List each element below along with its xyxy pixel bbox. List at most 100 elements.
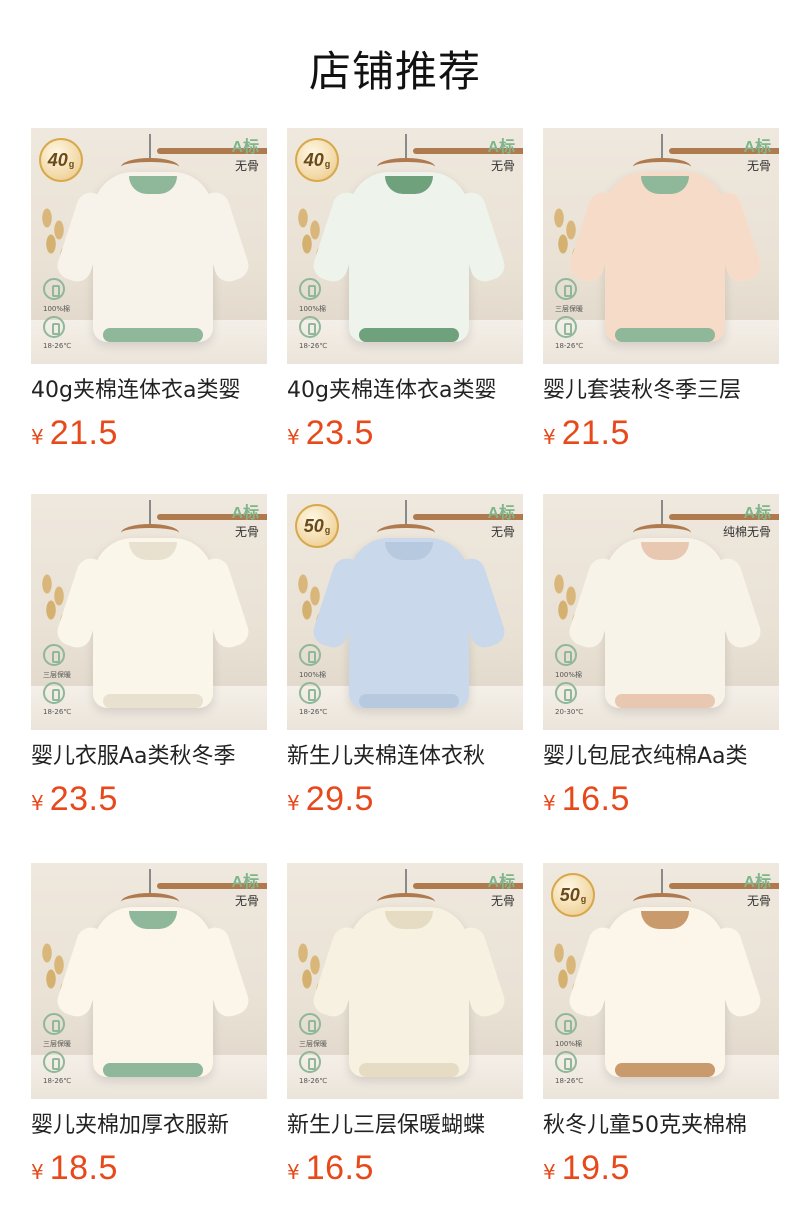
product-name[interactable]: 婴儿包屁衣纯棉Aa类 (543, 742, 779, 772)
product-card[interactable]: A标 无骨 三层保暖 18-26℃ 婴儿衣服Aa类秋冬季 ¥ 23.5 (31, 494, 267, 819)
currency-symbol: ¥ (31, 425, 44, 449)
feature-icons: 100%棉 18-26℃ (299, 644, 327, 720)
garment (349, 172, 469, 342)
garment-cuffs (359, 1063, 459, 1077)
temperature-caption: 18-26℃ (299, 1077, 328, 1085)
product-name[interactable]: 秋冬儿童50克夹棉棉 (543, 1111, 779, 1141)
product-card[interactable]: 50 g A标 无骨 100%棉 18-26℃ 新生儿夹棉连体衣秋 ¥ 29.5 (287, 494, 523, 819)
a-grade-label: A标 (743, 139, 771, 156)
cotton-icon (299, 644, 321, 666)
product-image[interactable]: 50 g A标 无骨 100%棉 18-26℃ (287, 494, 523, 730)
garment-collar (385, 542, 433, 560)
hanger-hook (661, 500, 663, 526)
price-value: 23.5 (49, 780, 118, 818)
cotton-icon (43, 278, 65, 300)
cotton-icon (43, 1013, 65, 1035)
price-value: 21.5 (561, 414, 630, 452)
hanger-hook (405, 134, 407, 160)
product-image[interactable]: 50 g A标 无骨 100%棉 18-26℃ (543, 863, 779, 1099)
product-image[interactable]: 40 g A标 无骨 100%棉 18-26℃ (31, 128, 267, 364)
a-grade-label: A标 (231, 874, 259, 891)
cotton-icon (299, 1013, 321, 1035)
product-name[interactable]: 婴儿夹棉加厚衣服新 (31, 1111, 267, 1141)
product-card[interactable]: A标 无骨 三层保暖 18-26℃ 婴儿套装秋冬季三层 ¥ 21.5 (543, 128, 779, 453)
weight-badge: 40 g (39, 138, 83, 182)
product-name[interactable]: 40g夹棉连体衣a类婴 (31, 376, 267, 406)
product-card[interactable]: A标 纯棉无骨 100%棉 20-30℃ 婴儿包屁衣纯棉Aa类 ¥ 16.5 (543, 494, 779, 819)
garment-collar (641, 542, 689, 560)
a-grade-label: A标 (487, 139, 515, 156)
hanger-hook (405, 869, 407, 895)
cotton-icon (555, 1013, 577, 1035)
section-title: 店铺推荐 (308, 47, 481, 96)
feature-caption: 三层保暖 (555, 305, 583, 313)
thermometer-icon (43, 316, 65, 338)
garment (605, 172, 725, 342)
temperature-caption: 18-26℃ (555, 342, 584, 350)
garment-collar (129, 176, 177, 194)
garment-collar (641, 176, 689, 194)
hanger-hook (661, 869, 663, 895)
product-price: ¥ 16.5 (543, 780, 779, 819)
product-name[interactable]: 新生儿三层保暖蝴蝶 (287, 1111, 523, 1141)
a-grade-label: A标 (231, 139, 259, 156)
feature-icons: 100%棉 18-26℃ (555, 1013, 583, 1089)
hanger-hook (405, 500, 407, 526)
product-price: ¥ 21.5 (31, 414, 267, 453)
product-image[interactable]: A标 无骨 三层保暖 18-26℃ (31, 494, 267, 730)
feature-caption: 100%棉 (299, 671, 327, 679)
a-grade-label: A标 (487, 505, 515, 522)
garment (93, 907, 213, 1077)
feature-icons: 100%棉 20-30℃ (555, 644, 583, 720)
garment-cuffs (615, 328, 715, 342)
thermometer-icon (299, 316, 321, 338)
currency-symbol: ¥ (31, 791, 44, 815)
product-card[interactable]: 50 g A标 无骨 100%棉 18-26℃ 秋冬儿童50克夹棉棉 ¥ 19.5 (543, 863, 779, 1188)
product-card[interactable]: A标 无骨 三层保暖 18-26℃ 婴儿夹棉加厚衣服新 ¥ 18.5 (31, 863, 267, 1188)
garment (349, 907, 469, 1077)
price-value: 23.5 (305, 414, 374, 452)
a-grade-tag: A标 无骨 (231, 874, 259, 908)
thermometer-icon (555, 316, 577, 338)
a-grade-tag: A标 无骨 (487, 875, 515, 908)
price-value: 16.5 (561, 780, 630, 818)
product-image[interactable]: A标 纯棉无骨 100%棉 20-30℃ (543, 494, 779, 730)
product-name[interactable]: 婴儿套装秋冬季三层 (543, 376, 779, 406)
boneless-label: 无骨 (746, 894, 771, 908)
boneless-label: 无骨 (490, 894, 515, 908)
hanger-hook (149, 134, 151, 160)
boneless-label: 无骨 (490, 525, 515, 539)
a-grade-label: A标 (231, 505, 259, 522)
garment-collar (385, 911, 433, 929)
cotton-icon (299, 278, 321, 300)
product-image[interactable]: A标 无骨 三层保暖 18-26℃ (31, 863, 267, 1099)
feature-caption: 三层保暖 (43, 671, 71, 679)
boneless-label: 无骨 (234, 159, 259, 173)
garment-cuffs (103, 694, 203, 708)
product-card[interactable]: A标 无骨 三层保暖 18-26℃ 新生儿三层保暖蝴蝶 ¥ 16.5 (287, 863, 523, 1188)
product-card[interactable]: 40 g A标 无骨 100%棉 18-26℃ 40g夹棉连体衣a类婴 ¥ 23.… (287, 128, 523, 453)
product-image[interactable]: A标 无骨 三层保暖 18-26℃ (287, 863, 523, 1099)
currency-symbol: ¥ (287, 425, 300, 449)
feature-caption: 100%棉 (555, 1040, 583, 1048)
weight-badge: 50 g (295, 504, 339, 548)
cotton-icon (555, 278, 577, 300)
product-image[interactable]: 40 g A标 无骨 100%棉 18-26℃ (287, 128, 523, 364)
boneless-label: 无骨 (234, 894, 259, 908)
a-grade-label: A标 (743, 874, 771, 891)
a-grade-tag: A标 无骨 (231, 139, 259, 173)
product-name[interactable]: 婴儿衣服Aa类秋冬季 (31, 742, 267, 772)
product-name[interactable]: 40g夹棉连体衣a类婴 (287, 376, 523, 406)
thermometer-icon (43, 1051, 65, 1073)
product-name[interactable]: 新生儿夹棉连体衣秋 (287, 742, 523, 772)
product-price: ¥ 16.5 (287, 1149, 523, 1188)
product-price: ¥ 29.5 (287, 780, 523, 819)
product-image[interactable]: A标 无骨 三层保暖 18-26℃ (543, 128, 779, 364)
product-price: ¥ 21.5 (543, 414, 779, 453)
a-grade-tag: A标 无骨 (487, 505, 515, 539)
product-card[interactable]: 40 g A标 无骨 100%棉 18-26℃ 40g夹棉连体衣a类婴 ¥ 21.… (31, 128, 267, 453)
weight-badge: 40 g (295, 138, 339, 182)
hanger-hook (149, 500, 151, 526)
feature-icons: 三层保暖 18-26℃ (43, 1013, 71, 1089)
a-grade-tag: A标 无骨 (743, 874, 771, 908)
